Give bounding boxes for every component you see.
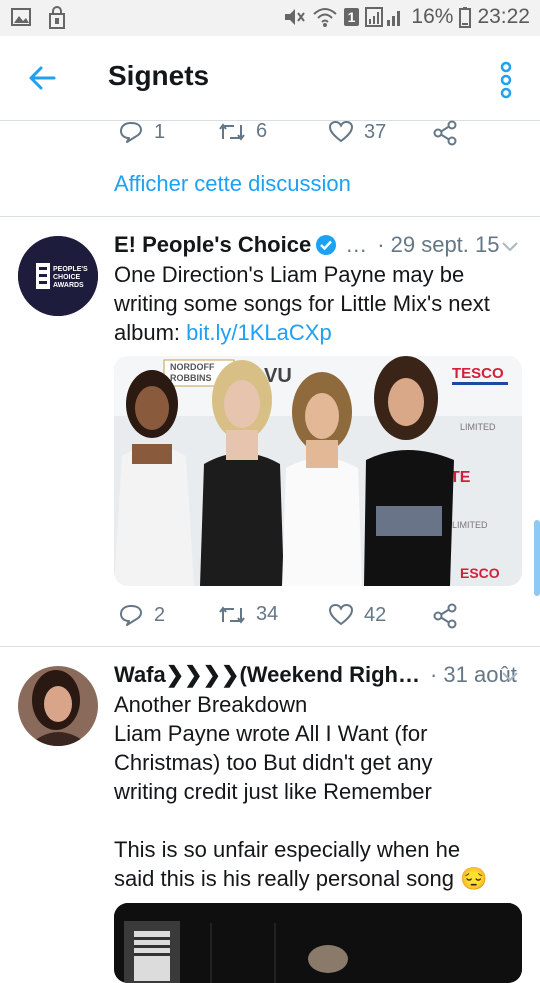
heart-icon: [328, 603, 354, 626]
app-bar: Signets: [0, 36, 540, 121]
tweet-link[interactable]: bit.ly/1KLaCXp: [186, 320, 332, 345]
reply-icon: [120, 122, 142, 143]
share-icon: [433, 120, 457, 146]
profile-photo: [18, 666, 98, 746]
video-thumbnail: [114, 903, 522, 983]
peoples-choice-logo: PEOPLE'S CHOICE AWARDS: [18, 236, 98, 316]
like-button[interactable]: 42: [328, 603, 386, 627]
divider: [0, 216, 540, 217]
retweet-icon: [219, 122, 245, 141]
avatar[interactable]: PEOPLE'S CHOICE AWARDS: [18, 236, 98, 316]
status-bar: 1 16% 23:22: [0, 0, 540, 36]
tweet-line: Christmas) too But didn't get any: [114, 750, 433, 775]
retweet-icon: [219, 605, 245, 624]
reply-icon: [120, 605, 142, 626]
display-name[interactable]: Wafa❯❯❯❯(Weekend Righ…: [114, 662, 420, 688]
avatar-text-2: CHOICE: [53, 274, 81, 281]
verified-badge-icon: [316, 235, 337, 255]
tweet-header: E! People's Choice … · 29 sept. 15: [114, 232, 500, 258]
retweet-count: 6: [256, 120, 268, 142]
tweet-image[interactable]: [114, 903, 522, 983]
battery-percent: 16%: [411, 5, 454, 28]
tweet-image[interactable]: NORDOFF ROBBINS VU TESCO LIMITED TE LIMI…: [114, 356, 522, 586]
share-button[interactable]: [432, 603, 458, 629]
reply-count: 2: [154, 603, 166, 626]
emoji: 😔: [460, 866, 488, 891]
share-icon: [433, 603, 457, 629]
scrollbar[interactable]: [534, 520, 540, 596]
media-label-6: LIMITED: [452, 520, 488, 530]
sim-badge: 1: [343, 8, 360, 26]
tweet-text: Another Breakdown Liam Payne wrote All I…: [114, 690, 534, 893]
heart-icon: [328, 120, 354, 143]
signal-icon: [365, 7, 401, 27]
media-label-4: LIMITED: [460, 422, 496, 432]
mute-icon: [284, 9, 305, 25]
tweet-text: One Direction's Liam Payne may be writin…: [114, 260, 524, 347]
tweet-line: writing credit just like Remember: [114, 779, 432, 804]
store-icon: [49, 6, 65, 29]
tweet-line-wrapper: said this is his really personal song 😔: [114, 864, 534, 893]
share-button[interactable]: [432, 120, 458, 146]
show-thread-link[interactable]: Afficher cette discussion: [114, 171, 351, 197]
reply-count: 1: [154, 120, 166, 143]
retweet-count: 34: [256, 603, 279, 625]
page-title: Signets: [108, 60, 210, 91]
retweet-button[interactable]: 6: [218, 120, 267, 143]
chevron-down-icon[interactable]: [500, 240, 520, 254]
tweet-line: This is so unfair especially when he: [114, 837, 461, 862]
overflow-menu-icon[interactable]: [496, 60, 516, 100]
battery-icon: [459, 7, 472, 28]
clock: 23:22: [477, 5, 530, 28]
reply-button[interactable]: 2: [118, 603, 165, 627]
like-count: 42: [364, 603, 387, 626]
tweet-line: [114, 806, 534, 835]
avatar-text-3: AWARDS: [53, 282, 84, 289]
avatar[interactable]: [18, 666, 98, 746]
tweet-line: Liam Payne wrote All I Want (for: [114, 721, 428, 746]
event-photo: NORDOFF ROBBINS VU TESCO LIMITED TE LIMI…: [114, 356, 522, 586]
retweet-button[interactable]: 34: [218, 603, 278, 626]
tweet-line: Another Breakdown: [114, 692, 308, 717]
media-label-3: TESCO: [452, 365, 504, 382]
media-label-1: NORDOFF: [170, 362, 215, 372]
avatar-text-1: PEOPLE'S: [53, 266, 88, 273]
chevron-down-icon[interactable]: [500, 670, 520, 684]
tweet-line: said this is his really personal song: [114, 866, 454, 891]
tweet-date: · 29 sept. 15: [377, 232, 500, 257]
tweet-header: Wafa❯❯❯❯(Weekend Righ… · 31 août: [114, 662, 517, 688]
handle: …: [345, 232, 368, 257]
arrow-left-icon[interactable]: [26, 62, 58, 94]
display-name[interactable]: E! People's Choice: [114, 232, 311, 258]
divider: [0, 646, 540, 647]
like-count: 37: [364, 120, 387, 143]
image-icon: [11, 8, 31, 26]
like-button[interactable]: 37: [328, 120, 386, 144]
reply-button[interactable]: 1: [118, 120, 165, 144]
media-label-7: ESCO: [460, 565, 500, 581]
media-label-2: ROBBINS: [170, 373, 212, 383]
wifi-icon: [312, 8, 337, 27]
